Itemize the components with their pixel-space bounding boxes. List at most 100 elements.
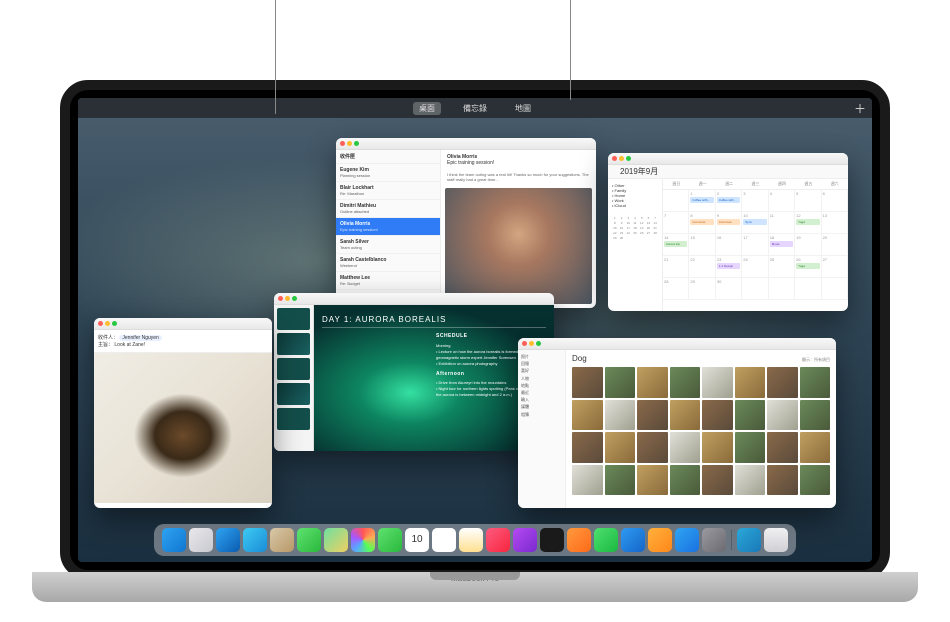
photos-sidebar[interactable]: 照片回憶喜好人物地點最近輸入媒體相簿 — [518, 350, 566, 508]
keynote-titlebar[interactable] — [274, 293, 554, 305]
zoom-icon[interactable] — [354, 141, 359, 146]
dock-pages-icon[interactable] — [648, 528, 672, 552]
photo-thumbnail[interactable] — [702, 367, 733, 398]
calendar-event[interactable]: Coffee with… — [690, 197, 713, 203]
calendar-cell[interactable] — [795, 278, 821, 300]
dock-downloads-icon[interactable] — [737, 528, 761, 552]
mail-list-item[interactable]: Olivia MorrisEpic training session! — [336, 218, 440, 236]
subject-value[interactable]: Look at Zane! — [114, 342, 145, 348]
photos-sidebar-item[interactable]: 最近 — [521, 389, 562, 396]
photo-thumbnail[interactable] — [637, 400, 668, 431]
slide-thumb[interactable] — [277, 358, 310, 380]
calendar-cell[interactable] — [742, 278, 768, 300]
calendar-event[interactable]: Coffee with… — [717, 197, 740, 203]
dock-finder-icon[interactable] — [162, 528, 186, 552]
photo-thumbnail[interactable] — [670, 367, 701, 398]
dock-maps-icon[interactable] — [324, 528, 348, 552]
dock-reminders-icon[interactable] — [432, 528, 456, 552]
photos-sidebar-item[interactable]: 地點 — [521, 382, 562, 389]
mail-compose-window[interactable]: 收件人： Jennifer Nguyen 主旨： Look at Zane! — [94, 318, 272, 508]
photo-thumbnail[interactable] — [735, 367, 766, 398]
photo-thumbnail[interactable] — [735, 465, 766, 496]
calendar-cell[interactable] — [822, 278, 848, 300]
photo-thumbnail[interactable] — [572, 432, 603, 463]
photos-sidebar-item[interactable]: 喜好 — [521, 367, 562, 374]
calendar-window[interactable]: 2019年9月 • Other• Family• Home• Work• iCl… — [608, 153, 848, 311]
calendar-cell[interactable]: 11 — [769, 212, 795, 234]
calendar-cell[interactable]: 29 — [689, 278, 715, 300]
calendar-cell[interactable]: 15 — [689, 234, 715, 256]
photo-thumbnail[interactable] — [637, 465, 668, 496]
dock-appstore-icon[interactable] — [675, 528, 699, 552]
photo-thumbnail[interactable] — [605, 432, 636, 463]
space-desktop[interactable]: 桌面 — [413, 102, 441, 115]
calendar-cell[interactable]: 6 — [822, 190, 848, 212]
calendar-cell[interactable]: 231:1 Design — [716, 256, 742, 278]
calendar-event[interactable]: Yoga — [796, 263, 819, 269]
close-icon[interactable] — [98, 321, 103, 326]
calendar-event[interactable]: Commute — [690, 219, 713, 225]
dock-safari-icon[interactable] — [216, 528, 240, 552]
calendar-event[interactable]: 1:1 Design — [717, 263, 740, 269]
calendar-cell[interactable]: 13 — [822, 212, 848, 234]
dock-contacts-icon[interactable] — [270, 528, 294, 552]
calendar-cell[interactable]: 9Commute — [716, 212, 742, 234]
dock-preferences-icon[interactable] — [702, 528, 726, 552]
photo-thumbnail[interactable] — [572, 367, 603, 398]
slide-thumb[interactable] — [277, 333, 310, 355]
minimize-icon[interactable] — [285, 296, 290, 301]
mail-list-item[interactable]: Matthew LeeRe: Budget — [336, 272, 440, 290]
photo-thumbnail[interactable] — [735, 432, 766, 463]
calendar-cell[interactable]: 24 — [742, 256, 768, 278]
dock-numbers-icon[interactable] — [594, 528, 618, 552]
photo-thumbnail[interactable] — [605, 465, 636, 496]
photo-thumbnail[interactable] — [800, 400, 831, 431]
slide-thumb[interactable] — [277, 408, 310, 430]
compose-titlebar[interactable] — [94, 318, 272, 330]
dock-launchpad-icon[interactable] — [189, 528, 213, 552]
compose-header-fields[interactable]: 收件人： Jennifer Nguyen 主旨： Look at Zane! — [94, 330, 272, 353]
photos-sidebar-item[interactable]: 人物 — [521, 375, 562, 382]
photo-thumbnail[interactable] — [670, 400, 701, 431]
close-icon[interactable] — [522, 341, 527, 346]
calendar-cell[interactable]: 5 — [795, 190, 821, 212]
calendar-cell[interactable]: 30 — [716, 278, 742, 300]
dock-podcasts-icon[interactable] — [513, 528, 537, 552]
calendar-event[interactable]: Commute — [717, 219, 740, 225]
mail-list-item[interactable]: 收件匣 — [336, 150, 440, 164]
mail-list-item[interactable]: Sarah SilverTeam outing — [336, 236, 440, 254]
photo-thumbnail[interactable] — [767, 400, 798, 431]
minimize-icon[interactable] — [347, 141, 352, 146]
calendar-grid[interactable]: 週日週一週二週三週四週五週六 1Coffee with…2Coffee with… — [663, 179, 848, 311]
close-icon[interactable] — [340, 141, 345, 146]
calendar-cell[interactable]: 3 — [742, 190, 768, 212]
photo-thumbnail[interactable] — [767, 367, 798, 398]
photos-sidebar-item[interactable]: 輸入 — [521, 396, 562, 403]
dock-mail-icon[interactable] — [243, 528, 267, 552]
calendar-cell[interactable]: 2Coffee with… — [716, 190, 742, 212]
calendar-cell[interactable]: 16 — [716, 234, 742, 256]
photo-thumbnail[interactable] — [572, 400, 603, 431]
traffic-lights[interactable] — [340, 141, 359, 146]
calendar-cell[interactable]: 21 — [663, 256, 689, 278]
photo-thumbnail[interactable] — [767, 465, 798, 496]
mail-titlebar[interactable] — [336, 138, 596, 150]
dock-trash-icon[interactable] — [764, 528, 788, 552]
photo-thumbnail[interactable] — [670, 465, 701, 496]
dock-notes-icon[interactable] — [459, 528, 483, 552]
photos-titlebar[interactable] — [518, 338, 836, 350]
calendar-sidebar[interactable]: • Other• Family• Home• Work• iCloud 1234… — [608, 179, 663, 311]
calendar-event[interactable]: Sync — [743, 219, 766, 225]
calendar-cell[interactable]: 26Yoga — [795, 256, 821, 278]
slide-thumb[interactable] — [277, 308, 310, 330]
photos-sidebar-item[interactable]: 媒體 — [521, 403, 562, 410]
close-icon[interactable] — [278, 296, 283, 301]
photo-thumbnail[interactable] — [800, 367, 831, 398]
minimize-icon[interactable] — [105, 321, 110, 326]
calendar-cell[interactable]: 25 — [769, 256, 795, 278]
photo-thumbnail[interactable] — [735, 400, 766, 431]
photo-thumbnail[interactable] — [702, 465, 733, 496]
calendar-cell[interactable]: 18Movie — [769, 234, 795, 256]
calendar-cell[interactable] — [663, 190, 689, 212]
photo-thumbnail[interactable] — [637, 432, 668, 463]
